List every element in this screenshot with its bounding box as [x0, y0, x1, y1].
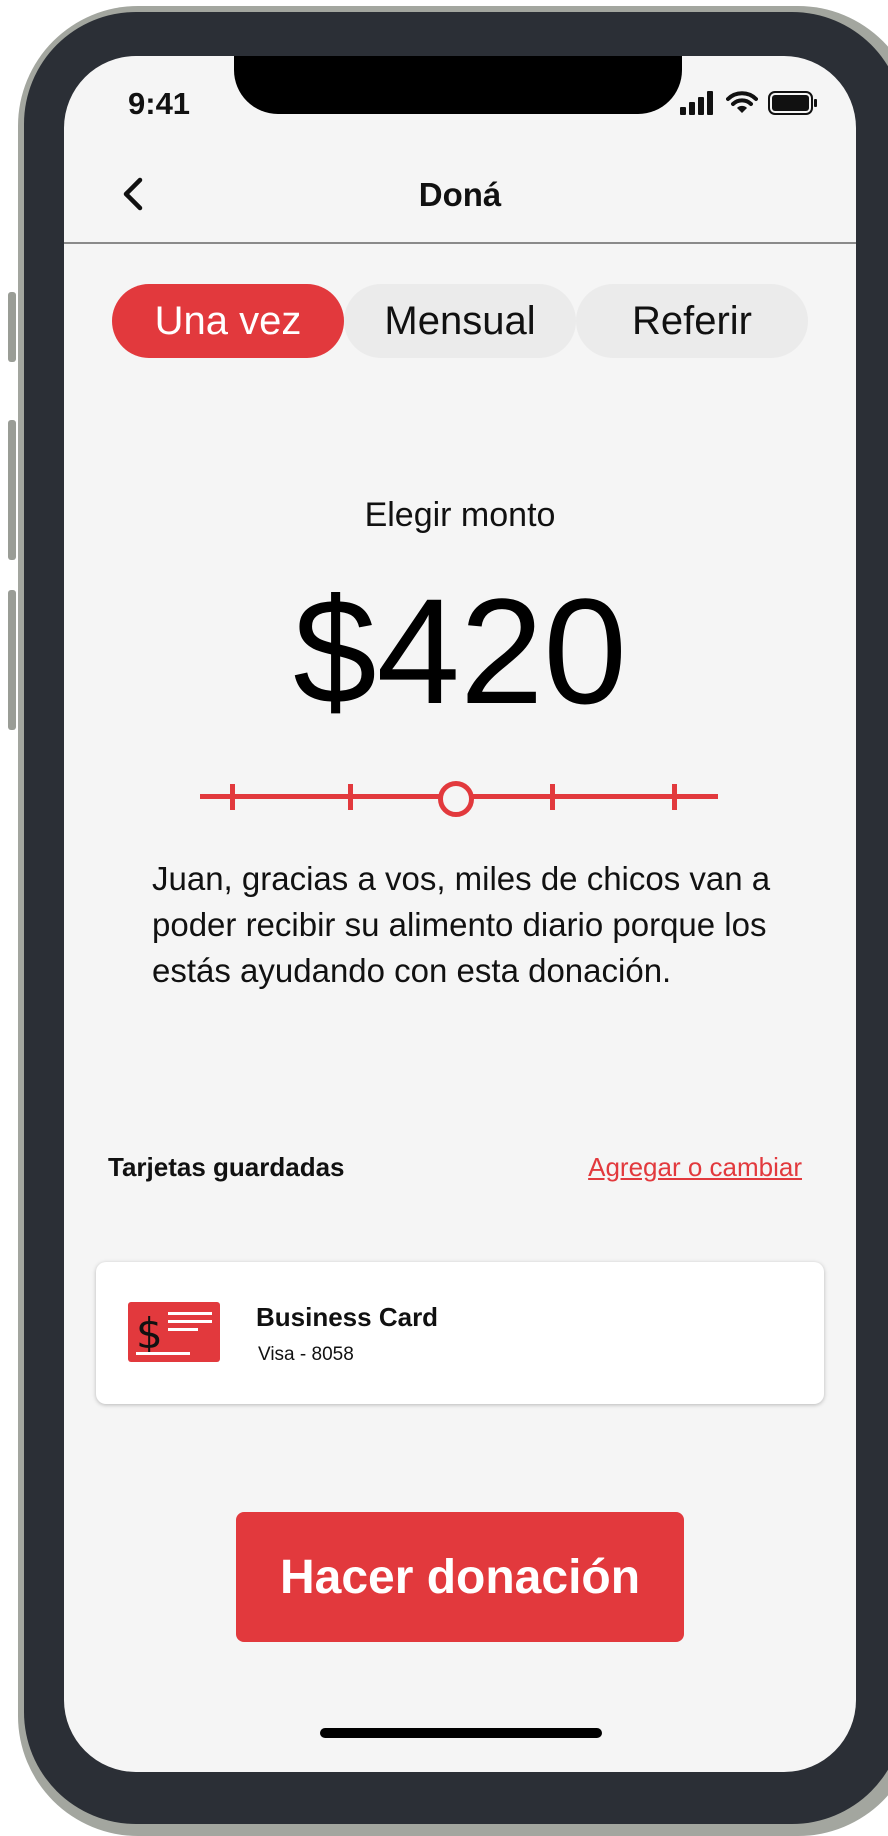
page-title: Doná	[418, 176, 502, 213]
silent-switch	[8, 292, 16, 362]
donation-type-tabs: Una vez Mensual Referir	[112, 284, 808, 358]
phone-screen: 9:41 Doná Una vez Mensual Referir Elegir…	[64, 56, 856, 1772]
slider-tick[interactable]	[230, 784, 235, 810]
tab-referir[interactable]: Referir	[576, 284, 808, 358]
amount-slider[interactable]	[200, 776, 718, 817]
amount-value: $420	[293, 567, 627, 735]
volume-up-button	[8, 420, 16, 560]
slider-thumb[interactable]	[438, 781, 474, 817]
volume-down-button	[8, 590, 16, 730]
saved-cards-heading: Tarjetas guardadas	[108, 1152, 345, 1182]
slider-tick[interactable]	[348, 784, 353, 810]
signal-icon	[680, 91, 713, 115]
card-name: Business Card	[256, 1302, 439, 1332]
make-donation-button[interactable]: Hacer donación	[236, 1512, 684, 1642]
amount-label: Elegir monto	[364, 496, 556, 534]
status-icons	[680, 90, 818, 116]
slider-tick[interactable]	[550, 784, 555, 810]
nav-divider	[64, 242, 856, 244]
credit-card-icon: $	[128, 1302, 220, 1362]
tab-mensual[interactable]: Mensual	[344, 284, 576, 358]
notch	[234, 56, 682, 114]
wifi-icon	[726, 91, 758, 113]
saved-card-item[interactable]: $ Business Card Visa - 8058	[96, 1262, 824, 1404]
add-or-change-card-link[interactable]: Agregar o cambiar	[588, 1152, 802, 1183]
tab-una-vez[interactable]: Una vez	[112, 284, 344, 358]
home-indicator	[320, 1728, 602, 1738]
thank-you-message: Juan, gracias a vos, miles de chicos van…	[152, 860, 771, 989]
svg-text:$: $	[136, 1309, 163, 1358]
card-detail: Visa - 8058	[258, 1344, 354, 1365]
status-time: 9:41	[128, 86, 191, 121]
battery-icon	[768, 91, 817, 115]
slider-tick[interactable]	[672, 784, 677, 810]
